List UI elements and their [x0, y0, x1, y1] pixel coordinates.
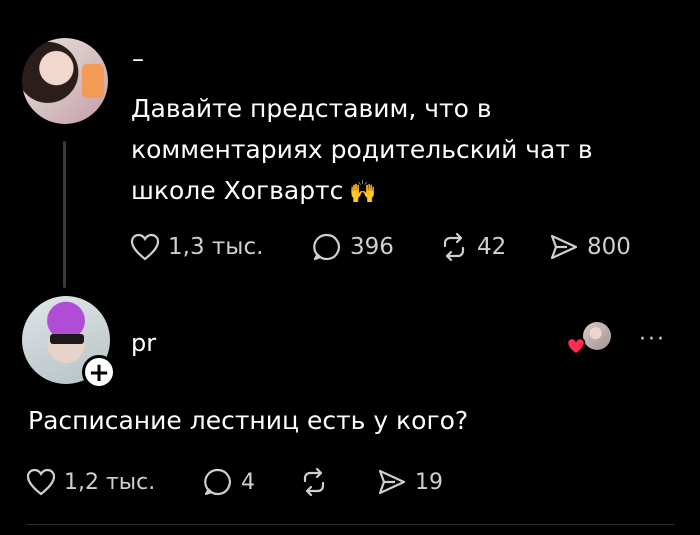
post1-repost-count: 42 [477, 234, 507, 260]
comment-icon [204, 468, 231, 496]
raising-hands-emoji: 🙌 [349, 179, 377, 205]
comment-icon [313, 233, 340, 261]
post1-like-count: 1,3 тыс. [168, 234, 264, 260]
heart-badge-icon [566, 337, 586, 355]
post1-share-count: 800 [587, 234, 631, 260]
post1-repost-button[interactable]: 42 [439, 232, 549, 262]
post2-like-button[interactable]: 1,2 тыс. [26, 468, 203, 496]
post1-comment-count: 396 [350, 234, 394, 260]
post1-like-button[interactable]: 1,3 тыс. [130, 233, 312, 261]
post2-actions: 1,2 тыс. 4 19 [26, 465, 443, 499]
post1-actions: 1,3 тыс. 396 42 800 [130, 230, 631, 264]
repost-icon [443, 232, 465, 262]
post1-text: Давайте представим, что в комментариях р… [131, 88, 651, 213]
send-icon [378, 469, 406, 495]
post2-comment-button[interactable]: 4 [203, 467, 299, 497]
follow-button[interactable]: + [82, 355, 116, 389]
post2-text: Расписание лестниц есть у кого? [28, 406, 469, 435]
more-options-icon[interactable]: ··· [639, 329, 666, 351]
repost-icon [303, 467, 325, 497]
post1-share-button[interactable]: 800 [549, 233, 631, 261]
divider [26, 524, 674, 525]
heart-icon [26, 468, 56, 496]
post1-avatar[interactable] [22, 38, 108, 124]
thread-line [63, 141, 66, 288]
post1-comment-button[interactable]: 396 [312, 232, 439, 262]
send-icon [550, 234, 578, 260]
post2-repost-button[interactable] [299, 467, 377, 497]
liked-by-avatar [583, 322, 611, 350]
post2-like-count: 1,2 тыс. [64, 469, 156, 495]
post2-comment-count: 4 [241, 469, 255, 495]
post2-share-button[interactable]: 19 [377, 468, 443, 496]
post2-share-count: 19 [415, 469, 443, 495]
post2-author-name[interactable]: pr [131, 328, 156, 358]
post1-author-name[interactable]: – [132, 44, 144, 74]
heart-icon [130, 233, 160, 261]
